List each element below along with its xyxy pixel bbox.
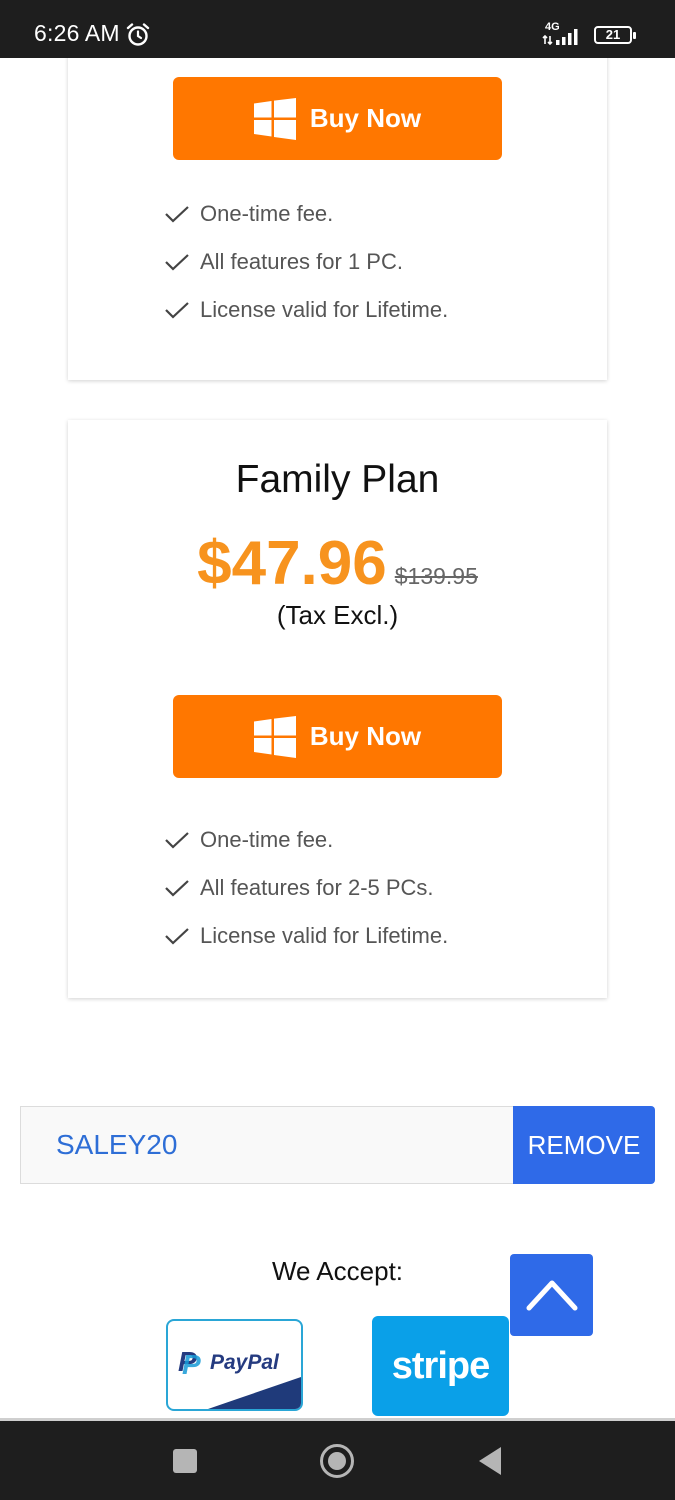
paypal-label: PayPal [210, 1351, 280, 1374]
feature-text: All features for 2-5 PCs. [200, 875, 434, 900]
signal-icon [542, 29, 578, 46]
paypal-logo-graphic: P P PayPal [178, 1346, 301, 1409]
remove-coupon-button[interactable]: REMOVE [513, 1106, 655, 1184]
battery-level: 21 [605, 27, 621, 42]
svg-text:P: P [182, 1349, 201, 1380]
feature-text: License valid for Lifetime. [200, 923, 449, 948]
feature-list: One-time fee. All features for 1 PC. Lic… [164, 190, 448, 334]
check-icon [165, 302, 189, 319]
coupon-row: SALEY20 REMOVE [20, 1106, 655, 1184]
check-icon [165, 880, 189, 897]
pricing-card-family: Family Plan $47.96 $139.95 (Tax Excl.) B… [68, 420, 607, 998]
price-row: $47.96 $139.95 [68, 528, 607, 599]
feature-item: One-time fee. [164, 190, 448, 238]
pricing-card-single: Buy Now One-time fee. All features for 1… [68, 58, 607, 380]
buy-now-button-single[interactable]: Buy Now [173, 77, 502, 160]
home-button[interactable] [317, 1441, 357, 1481]
feature-item: License valid for Lifetime. [164, 286, 448, 334]
check-icon [165, 928, 189, 945]
status-bar: 6:26 AM 4G 21 [0, 0, 675, 58]
circle-icon [320, 1444, 354, 1478]
feature-text: One-time fee. [200, 827, 334, 852]
page-content: Buy Now One-time fee. All features for 1… [0, 58, 675, 1418]
feature-item: All features for 1 PC. [164, 238, 448, 286]
alarm-icon [126, 23, 150, 46]
check-icon [165, 206, 189, 223]
stripe-label: stripe [391, 1344, 490, 1387]
feature-item: License valid for Lifetime. [164, 912, 448, 960]
check-icon [165, 832, 189, 849]
stripe-logo: stripe [372, 1316, 509, 1416]
back-button[interactable] [470, 1441, 510, 1481]
chevron-up-icon [526, 1280, 577, 1311]
feature-text: One-time fee. [200, 201, 334, 226]
square-icon [173, 1449, 197, 1473]
feature-text: License valid for Lifetime. [200, 297, 449, 322]
feature-list: One-time fee. All features for 2-5 PCs. … [164, 816, 448, 960]
status-time: 6:26 AM [34, 20, 120, 46]
tax-note: (Tax Excl.) [276, 600, 399, 630]
triangle-back-icon [479, 1447, 501, 1475]
buy-now-button-family[interactable]: Buy Now [173, 695, 502, 778]
feature-item: All features for 2-5 PCs. [164, 864, 448, 912]
scroll-to-top-button[interactable] [510, 1254, 593, 1336]
feature-text: All features for 1 PC. [200, 249, 403, 274]
system-nav-bar [0, 1418, 675, 1500]
old-price: $139.95 [394, 563, 478, 589]
buy-now-label: Buy Now [309, 721, 422, 751]
windows-icon [253, 97, 296, 140]
coupon-code-field[interactable]: SALEY20 [20, 1106, 514, 1184]
feature-item: One-time fee. [164, 816, 448, 864]
paypal-logo: P P PayPal [166, 1319, 303, 1411]
battery-icon: 21 [594, 26, 636, 44]
price: $47.96 [197, 529, 387, 598]
recent-apps-button[interactable] [165, 1441, 205, 1481]
windows-icon [253, 715, 296, 758]
buy-now-label: Buy Now [309, 103, 422, 133]
plan-title: Family Plan [235, 458, 440, 501]
check-icon [165, 254, 189, 271]
